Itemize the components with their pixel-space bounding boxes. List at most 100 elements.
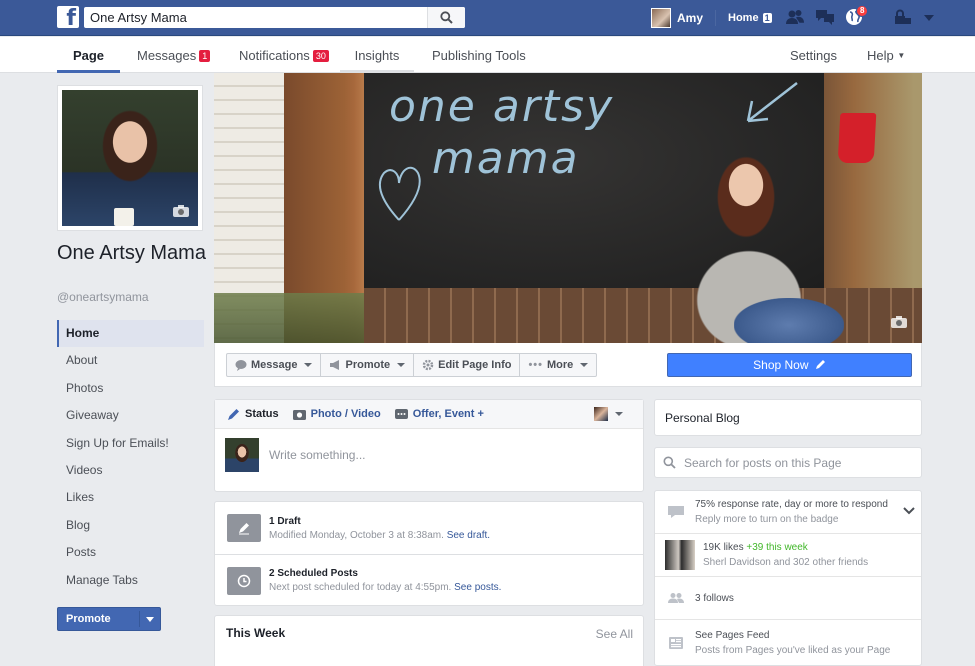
likes-delta: +39 this week [746,542,808,553]
left-nav: Home About Photos Giveaway Sign Up for E… [57,320,204,594]
message-button[interactable]: Message [227,354,322,376]
left-nav-item-sign-up[interactable]: Sign Up for Emails! [57,430,204,457]
this-week-panel: This Week See All [214,615,644,666]
tab-publishing-tools[interactable]: Publishing Tools [432,37,526,73]
caret-down-icon[interactable] [923,8,935,26]
pages-feed-label: See Pages Feed [695,629,770,641]
facebook-logo[interactable]: f [57,6,79,28]
global-search-input[interactable] [84,7,427,28]
more-button[interactable]: ••• More [520,354,596,376]
megaphone-icon [330,360,340,370]
divider [139,611,140,627]
composer-tab-photo-video[interactable]: Photo / Video [292,408,381,420]
response-rate-row[interactable]: 75% response rate, day or more to respon… [655,491,921,534]
coffee-cup [114,208,134,226]
left-nav-item-giveaway[interactable]: Giveaway [57,402,204,429]
tab-page[interactable]: Page [57,37,120,73]
left-nav-item-manage-tabs[interactable]: Manage Tabs [57,567,204,594]
global-search [84,7,465,28]
cover-jeans [734,298,844,343]
lock-icon[interactable] [893,8,913,26]
left-nav-item-videos[interactable]: Videos [57,457,204,484]
scheduled-row: 2 Scheduled Posts Next post scheduled fo… [215,554,643,606]
message-bubble-icon [235,360,247,371]
chevron-down-icon[interactable] [903,506,915,516]
left-nav-item-blog[interactable]: Blog [57,512,204,539]
left-nav-item-about[interactable]: About [57,347,204,374]
left-nav-item-photos[interactable]: Photos [57,375,204,402]
likes-text: 19K likes +39 this week Sherl Davidson a… [703,542,868,568]
pencil-icon[interactable] [815,359,826,370]
left-nav-item-home[interactable]: Home [57,320,204,348]
people-icon [665,592,687,604]
top-icons: 8 [785,5,935,26]
more-dots-icon [394,409,408,419]
follows-row[interactable]: 3 follows [655,577,921,620]
composer-tab-offer-event-label: Offer, Event + [412,408,484,420]
home-link[interactable]: Home 1 [728,12,772,24]
composer-tab-status[interactable]: Status [227,408,279,421]
chalk-arrow-icon [746,82,798,123]
drafts-row: 1 Draft Modified Monday, October 3 at 8:… [215,502,643,554]
composer-tab-offer-event[interactable]: Offer, Event + [394,408,484,420]
page-username[interactable]: @oneartsymama [57,290,149,304]
pages-feed-row[interactable]: See Pages Feed Posts from Pages you've l… [655,620,921,665]
chalk-text-line1: one artsy [389,81,615,132]
home-label: Home [728,12,759,24]
posting-as-selector[interactable] [594,407,623,421]
messages-icon[interactable] [815,8,835,26]
composer-tabs: Status Photo / Video Offer, Event + [215,400,643,429]
see-all-link[interactable]: See All [596,627,633,641]
cover-photo[interactable]: one artsy mama [214,73,922,343]
feed-icon [665,636,687,649]
edit-page-info-label: Edit Page Info [438,359,512,371]
search-button[interactable] [427,7,465,28]
tab-help[interactable]: Help ▼ [867,37,905,73]
see-draft-link[interactable]: See draft. [447,530,490,541]
composer-body[interactable]: Write something... [215,429,643,481]
friend-requests-icon[interactable] [785,8,805,26]
user-avatar[interactable] [651,8,671,28]
tab-messages[interactable]: Messages 1 [137,37,211,73]
profile-photo [62,90,198,226]
drafts-subtitle: Modified Monday, October 3 at 8:38am. Se… [269,530,490,541]
camera-icon [292,410,306,420]
drafts-title[interactable]: 1 Draft [269,516,490,527]
camera-icon[interactable] [890,315,908,329]
page-nav: Page Messages 1 Notifications 30 Insights … [0,37,975,73]
promote-button[interactable]: Promote [321,354,415,376]
left-nav-item-likes[interactable]: Likes [57,484,204,511]
pages-feed-text: See Pages Feed Posts from Pages you've l… [695,630,890,656]
tab-settings[interactable]: Settings [790,37,837,73]
tab-notifications[interactable]: Notifications 30 [239,37,329,73]
caret-down-icon [615,412,623,416]
composer-input[interactable]: Write something... [269,448,365,462]
draft-edit-icon [227,514,261,542]
drafts-text: 1 Draft Modified Monday, October 3 at 8:… [269,516,490,541]
page-post-search-input[interactable] [684,455,921,470]
tab-insights[interactable]: Insights [340,37,414,73]
top-right-nav: Amy Home 1 [651,0,772,36]
camera-icon[interactable] [172,204,190,218]
posting-as-avatar [594,407,608,421]
left-nav-item-posts[interactable]: Posts [57,539,204,566]
edit-page-info-button[interactable]: Edit Page Info [414,354,521,376]
promote-page-button[interactable]: Promote [57,607,161,631]
scheduled-title[interactable]: 2 Scheduled Posts [269,568,501,579]
page-category[interactable]: Personal Blog [654,399,922,436]
response-rate-text: 75% response rate, day or more to respon… [695,499,888,525]
see-posts-link[interactable]: See posts. [454,582,501,593]
drafts-modified-text: Modified Monday, October 3 at 8:38am. [269,529,444,541]
page-title: One Artsy Mama [57,242,206,264]
caret-down-icon[interactable] [146,617,154,622]
profile-picture[interactable] [57,85,203,231]
likes-row[interactable]: 19K likes +39 this week Sherl Davidson a… [655,534,921,577]
globe-notifications-icon[interactable]: 8 [845,5,869,26]
shop-now-button[interactable]: Shop Now [667,353,912,377]
notifications-count-badge: 8 [856,5,869,17]
response-rate-label: 75% response rate, day or more to respon… [695,499,888,510]
page-action-buttons: Message Promote Edit Page Info ••• More [226,353,598,377]
user-name-link[interactable]: Amy [677,11,703,25]
search-icon [440,11,453,24]
caret-down-icon [580,363,589,367]
